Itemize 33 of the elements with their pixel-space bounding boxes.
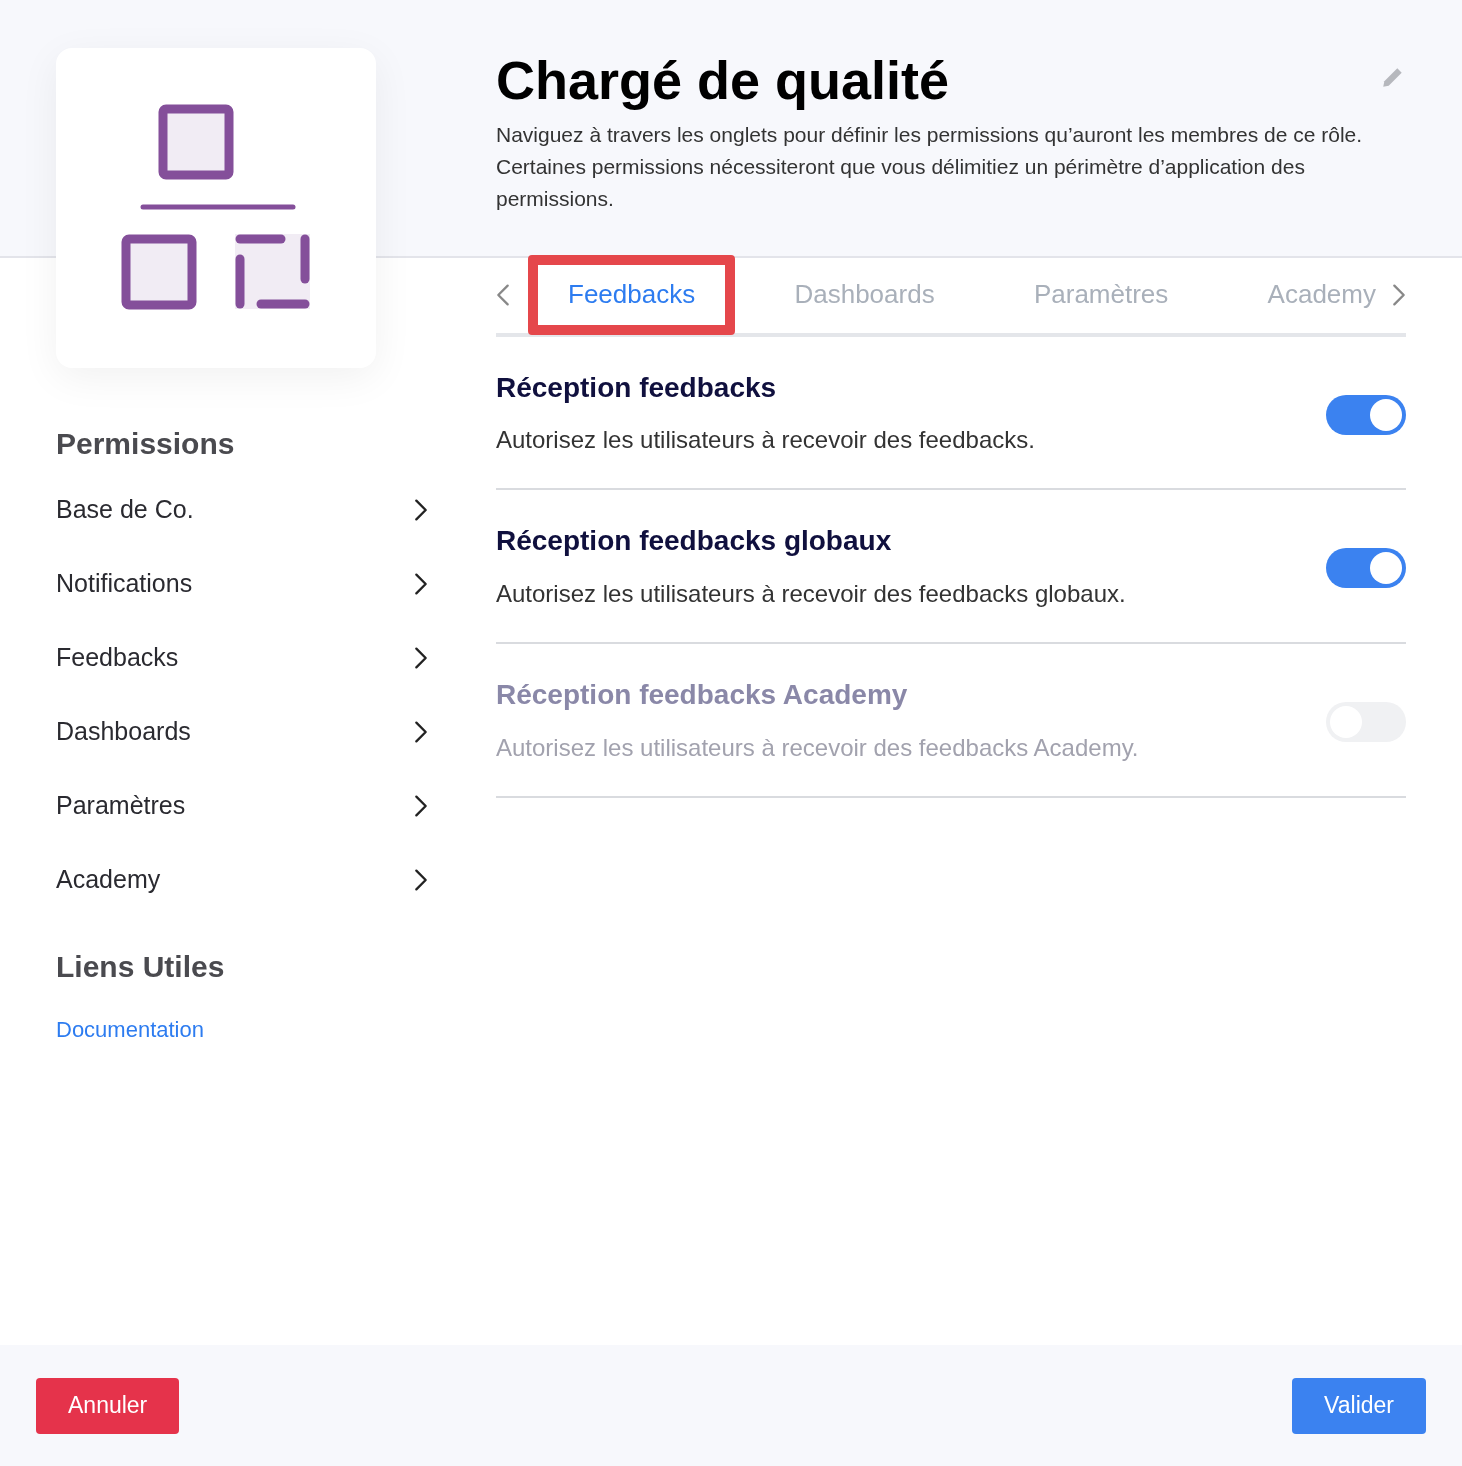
tab[interactable]: Feedbacks bbox=[528, 254, 736, 335]
chevron-right-icon[interactable] bbox=[414, 498, 428, 522]
permission-title: Réception feedbacks Academy bbox=[496, 678, 909, 712]
chevron-right-icon[interactable] bbox=[414, 572, 428, 596]
chevron-left-icon[interactable] bbox=[496, 282, 510, 307]
tab[interactable]: Dashboards bbox=[754, 254, 975, 335]
page-description: Naviguez à travers les onglets pour définir les permissions qu’auront les membres de ce rôle. Certaines permissions nécessiteront que vous délimitiez un périmètre d’application des permissions. bbox=[496, 121, 1364, 212]
documentation-link[interactable]: Documentation bbox=[56, 1013, 204, 1046]
sidebar-item[interactable]: Base de Co. bbox=[56, 473, 428, 547]
tab[interactable]: Academy bbox=[1227, 254, 1386, 335]
toggle-switch[interactable] bbox=[1326, 394, 1406, 435]
section-heading: Liens Utiles bbox=[56, 949, 226, 985]
hierarchy-icon bbox=[121, 104, 311, 312]
sidebar-item[interactable]: Dashboards bbox=[56, 695, 428, 769]
permission-description: Autorisez les utilisateurs à recevoir des feedbacks Academy. bbox=[496, 732, 1139, 763]
chevron-right-icon[interactable] bbox=[414, 720, 428, 744]
sidebar-item[interactable]: Paramètres bbox=[56, 769, 428, 843]
confirm-button[interactable]: Valider bbox=[1292, 1377, 1426, 1434]
chevron-right-icon[interactable] bbox=[414, 646, 428, 670]
permission-description: Autorisez les utilisateurs à recevoir des feedbacks. bbox=[496, 425, 1035, 456]
toggle-switch[interactable] bbox=[1326, 548, 1406, 589]
permission-description: Autorisez les utilisateurs à recevoir des feedbacks globaux. bbox=[496, 579, 1126, 609]
chevron-right-icon[interactable] bbox=[414, 868, 428, 892]
permission-title: Réception feedbacks globaux bbox=[496, 524, 893, 558]
sidebar-item[interactable]: Feedbacks bbox=[56, 621, 428, 695]
sidebar-item[interactable]: Notifications bbox=[56, 547, 428, 621]
sidebar-item[interactable]: Academy bbox=[56, 843, 428, 917]
section-heading: Permissions bbox=[56, 426, 236, 462]
cancel-button[interactable]: Annuler bbox=[36, 1377, 180, 1434]
chevron-right-icon[interactable] bbox=[414, 794, 428, 818]
tab[interactable]: Paramètres bbox=[993, 254, 1209, 335]
permission-title: Réception feedbacks bbox=[496, 370, 778, 405]
page-title: Chargé de qualité bbox=[496, 49, 950, 112]
